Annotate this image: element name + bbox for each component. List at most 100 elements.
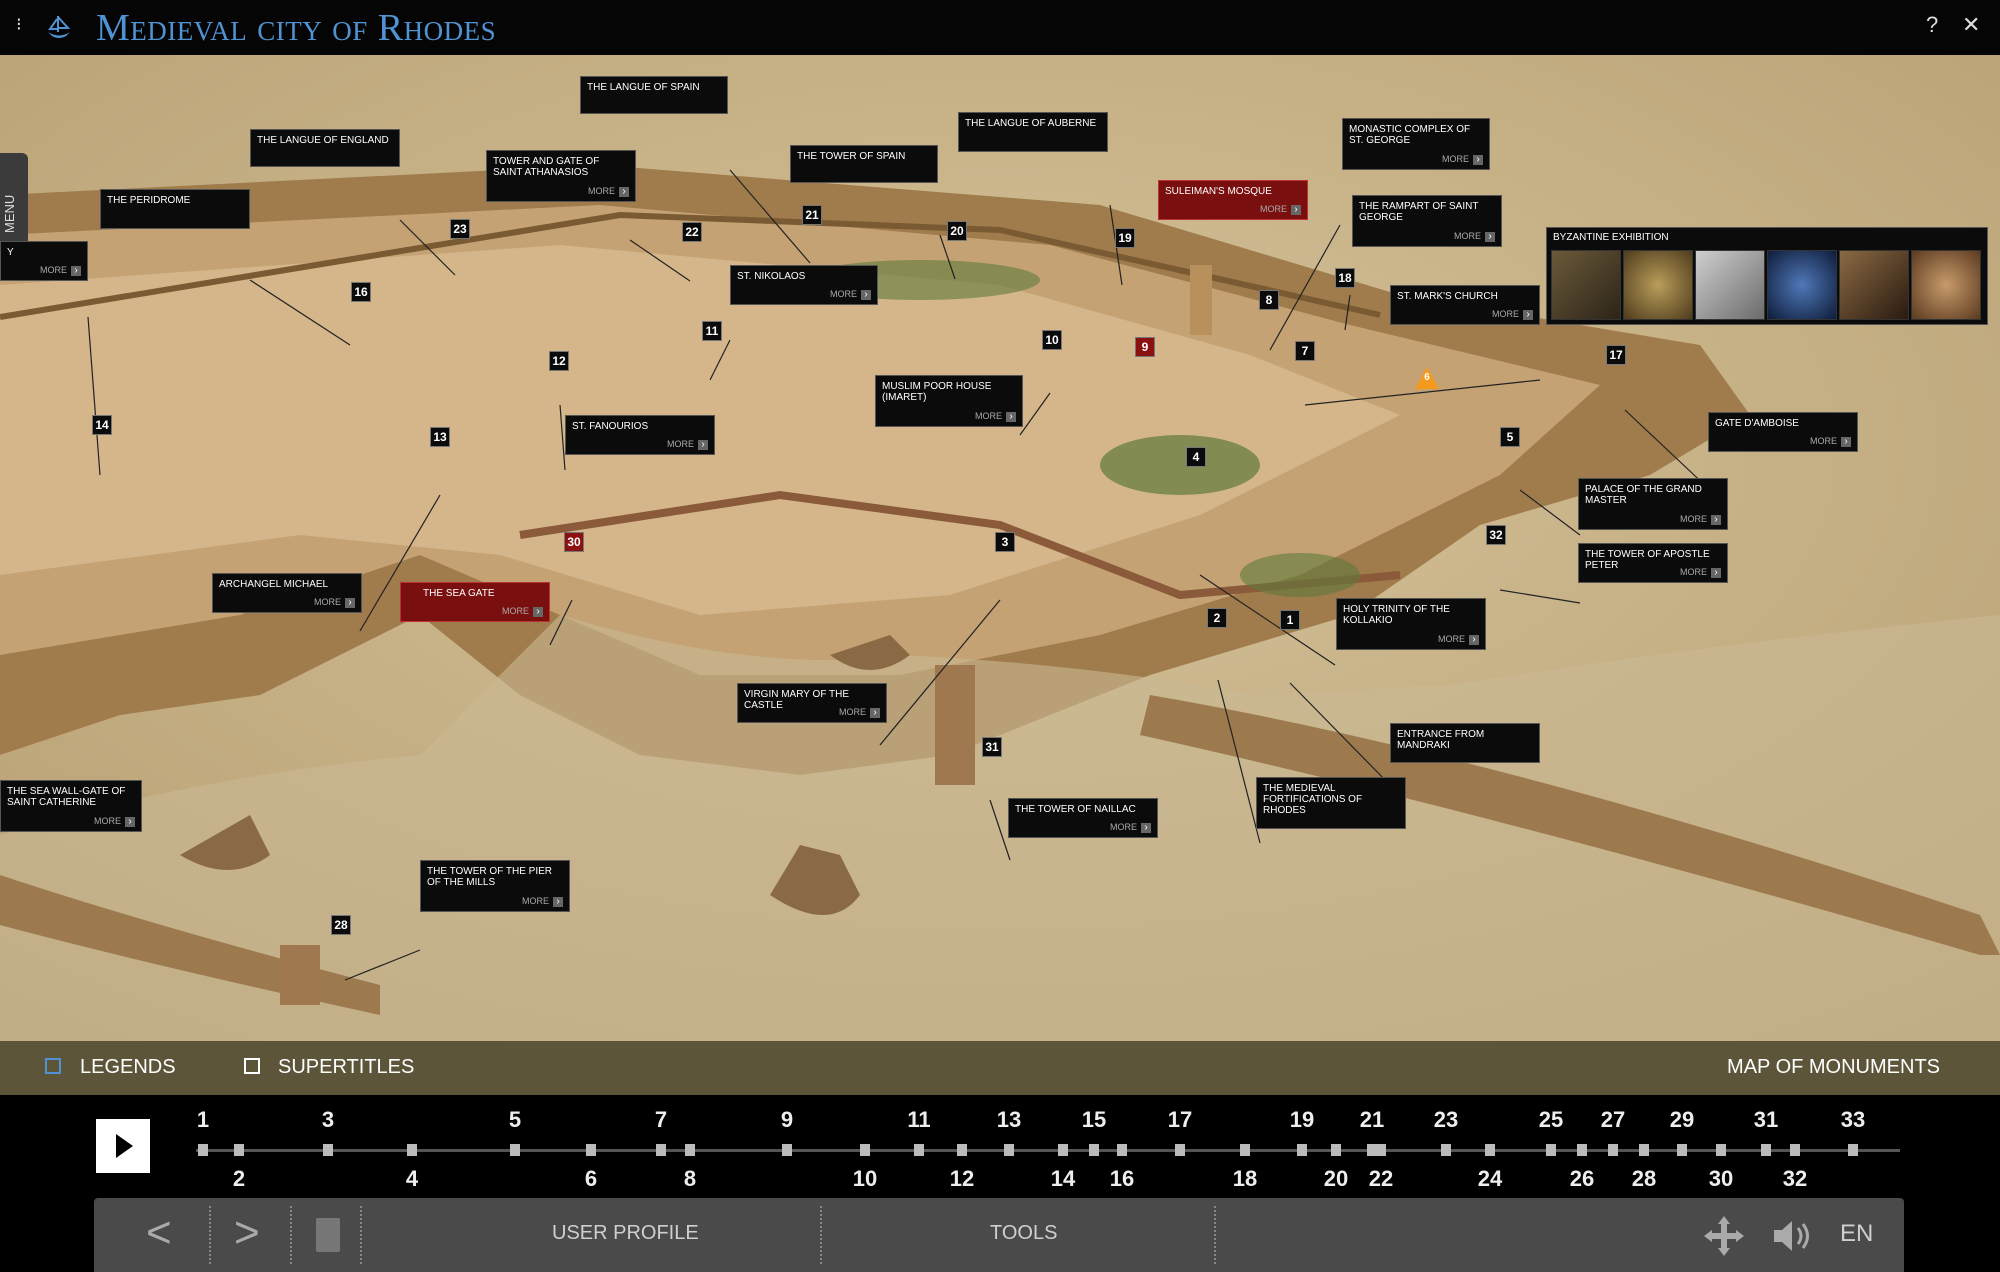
more-button[interactable]: MORE [1442, 154, 1483, 165]
timeline-number[interactable]: 28 [1624, 1166, 1664, 1192]
timeline-tick-15[interactable] [1089, 1144, 1099, 1156]
timeline-number[interactable]: 29 [1662, 1107, 1702, 1133]
label-st-nikolaos[interactable]: ST. NIKOLAOS MORE [730, 265, 878, 305]
exhibit-thumbnail[interactable] [1911, 250, 1981, 320]
timeline-number[interactable]: 6 [571, 1166, 611, 1192]
timeline-tick-25[interactable] [1546, 1144, 1556, 1156]
help-button[interactable]: ? [1926, 12, 1938, 38]
label-cropped-left[interactable]: Y MORE [0, 241, 88, 281]
more-button[interactable]: MORE [1454, 231, 1495, 242]
timeline-number[interactable]: 30 [1701, 1166, 1741, 1192]
timeline-number[interactable]: 23 [1426, 1107, 1466, 1133]
timeline-number[interactable]: 10 [845, 1166, 885, 1192]
more-button[interactable]: MORE [839, 707, 880, 718]
more-button[interactable]: MORE [1260, 204, 1301, 215]
marker-7[interactable]: 7 [1295, 341, 1315, 361]
timeline-number[interactable]: 17 [1160, 1107, 1200, 1133]
exhibit-thumbnail[interactable] [1839, 250, 1909, 320]
timeline-number[interactable]: 25 [1531, 1107, 1571, 1133]
exhibit-thumbnail[interactable] [1695, 250, 1765, 320]
label-sea-gate[interactable]: THE SEA GATE MORE [400, 582, 550, 622]
more-button[interactable]: MORE [522, 896, 563, 907]
timeline-tick-2[interactable] [234, 1144, 244, 1156]
exhibit-thumbnail[interactable] [1767, 250, 1837, 320]
label-st-fanourios[interactable]: ST. FANOURIOS MORE [565, 415, 715, 455]
timeline-tick-10[interactable] [860, 1144, 870, 1156]
tools-button[interactable]: TOOLS [990, 1222, 1057, 1245]
label-langue-of-england[interactable]: THE LANGUE OF ENGLAND [250, 129, 400, 167]
legends-checkbox[interactable] [45, 1058, 61, 1074]
timeline-number[interactable]: 22 [1361, 1166, 1401, 1192]
timeline-number[interactable]: 7 [641, 1107, 681, 1133]
label-monastic-complex-st-george[interactable]: MONASTIC COMPLEX OF ST. GEORGE MORE [1342, 118, 1490, 170]
supertitles-checkbox[interactable] [244, 1058, 260, 1074]
label-langue-of-spain[interactable]: THE LANGUE OF SPAIN [580, 76, 728, 114]
more-button[interactable]: MORE [830, 289, 871, 300]
timeline-number[interactable]: 31 [1746, 1107, 1786, 1133]
label-medieval-fortifications[interactable]: THE MEDIEVAL FORTIFICATIONS OF RHODES [1256, 777, 1406, 829]
timeline-tick-9[interactable] [782, 1144, 792, 1156]
timeline-number[interactable]: 13 [989, 1107, 1029, 1133]
move-arrows-icon[interactable] [1702, 1214, 1746, 1258]
more-button[interactable]: MORE [40, 265, 81, 276]
marker-12[interactable]: 12 [549, 351, 569, 371]
timeline-tick-22[interactable] [1376, 1144, 1386, 1156]
marker-3[interactable]: 3 [995, 532, 1015, 552]
marker-5[interactable]: 5 [1500, 427, 1520, 447]
label-tower-pier-of-mills[interactable]: THE TOWER OF THE PIER OF THE MILLS MORE [420, 860, 570, 912]
timeline-tick-17[interactable] [1175, 1144, 1185, 1156]
timeline-tick-32[interactable] [1790, 1144, 1800, 1156]
timeline-tick-8[interactable] [685, 1144, 695, 1156]
timeline-tick-26[interactable] [1577, 1144, 1587, 1156]
timeline-number[interactable]: 15 [1074, 1107, 1114, 1133]
label-suleimans-mosque[interactable]: SULEIMAN'S MOSQUE MORE [1158, 180, 1308, 220]
timeline-number[interactable]: 9 [767, 1107, 807, 1133]
memory-card-icon[interactable] [316, 1218, 340, 1252]
more-button[interactable]: MORE [502, 606, 543, 617]
timeline-number[interactable]: 24 [1470, 1166, 1510, 1192]
more-button[interactable]: MORE [1680, 567, 1721, 578]
timeline-tick-33[interactable] [1848, 1144, 1858, 1156]
timeline-tick-4[interactable] [407, 1144, 417, 1156]
marker-32[interactable]: 32 [1486, 525, 1506, 545]
timeline-number[interactable]: 32 [1775, 1166, 1815, 1192]
close-button[interactable]: ✕ [1962, 12, 1980, 38]
label-virgin-mary-castle[interactable]: VIRGIN MARY OF THE CASTLE MORE [737, 683, 887, 723]
marker-13[interactable]: 13 [430, 427, 450, 447]
timeline-tick-11[interactable] [914, 1144, 924, 1156]
label-st-marks-church[interactable]: ST. MARK'S CHURCH MORE [1390, 285, 1540, 325]
timeline-tick-13[interactable] [1004, 1144, 1014, 1156]
timeline-number[interactable]: 27 [1593, 1107, 1633, 1133]
label-gate-damboise[interactable]: GATE D'AMBOISE MORE [1708, 412, 1858, 452]
timeline-number[interactable]: 11 [899, 1107, 939, 1133]
marker-23[interactable]: 23 [450, 219, 470, 239]
marker-31[interactable]: 31 [982, 737, 1002, 757]
more-button[interactable]: MORE [314, 597, 355, 608]
timeline-tick-23[interactable] [1441, 1144, 1451, 1156]
marker-8[interactable]: 8 [1259, 290, 1279, 310]
timeline-number[interactable]: 19 [1282, 1107, 1322, 1133]
byzantine-exhibition-panel[interactable]: BYZANTINE EXHIBITION [1546, 227, 1988, 325]
label-sea-wall-gate-saint-catherine[interactable]: THE SEA WALL-GATE OF SAINT CATHERINE MORE [0, 780, 142, 832]
timeline-tick-31[interactable] [1761, 1144, 1771, 1156]
label-rampart-saint-george[interactable]: THE RAMPART OF SAINT GEORGE MORE [1352, 195, 1502, 247]
marker-20[interactable]: 20 [947, 221, 967, 241]
marker-30[interactable]: 30 [564, 532, 584, 552]
timeline-tick-14[interactable] [1058, 1144, 1068, 1156]
timeline-number[interactable]: 3 [308, 1107, 348, 1133]
timeline-tick-6[interactable] [586, 1144, 596, 1156]
more-button[interactable]: MORE [1110, 822, 1151, 833]
timeline-number[interactable]: 18 [1225, 1166, 1265, 1192]
label-langue-of-auberne[interactable]: THE LANGUE OF AUBERNE [958, 112, 1108, 152]
marker-10[interactable]: 10 [1042, 330, 1062, 350]
language-button[interactable]: EN [1840, 1220, 1873, 1248]
more-button[interactable]: MORE [1810, 436, 1851, 447]
label-palace-grand-master[interactable]: PALACE OF THE GRAND MASTER MORE [1578, 478, 1728, 530]
marker-22[interactable]: 22 [682, 222, 702, 242]
label-muslim-poor-house[interactable]: MUSLIM POOR HOUSE (IMARET) MORE [875, 375, 1023, 427]
timeline-number[interactable]: 26 [1562, 1166, 1602, 1192]
marker-21[interactable]: 21 [802, 205, 822, 225]
exhibit-thumbnail[interactable] [1551, 250, 1621, 320]
more-button[interactable]: MORE [1680, 514, 1721, 525]
timeline-number[interactable]: 4 [392, 1166, 432, 1192]
